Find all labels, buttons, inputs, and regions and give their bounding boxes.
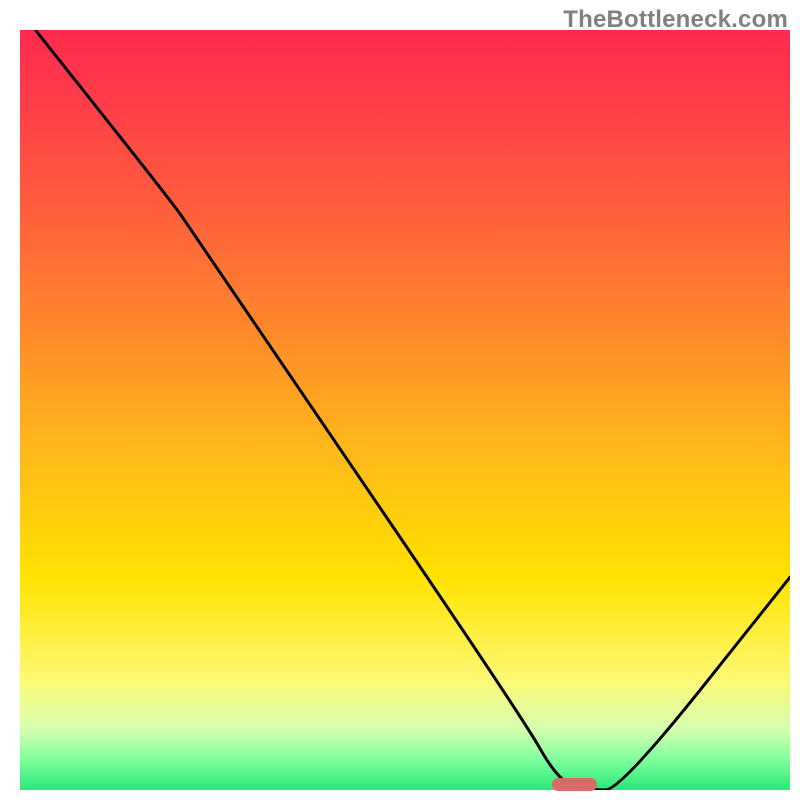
- optimal-range-marker: [552, 778, 597, 791]
- plot-area: [20, 30, 790, 790]
- chart-container: { "attribution": "TheBottleneck.com", "c…: [0, 0, 800, 800]
